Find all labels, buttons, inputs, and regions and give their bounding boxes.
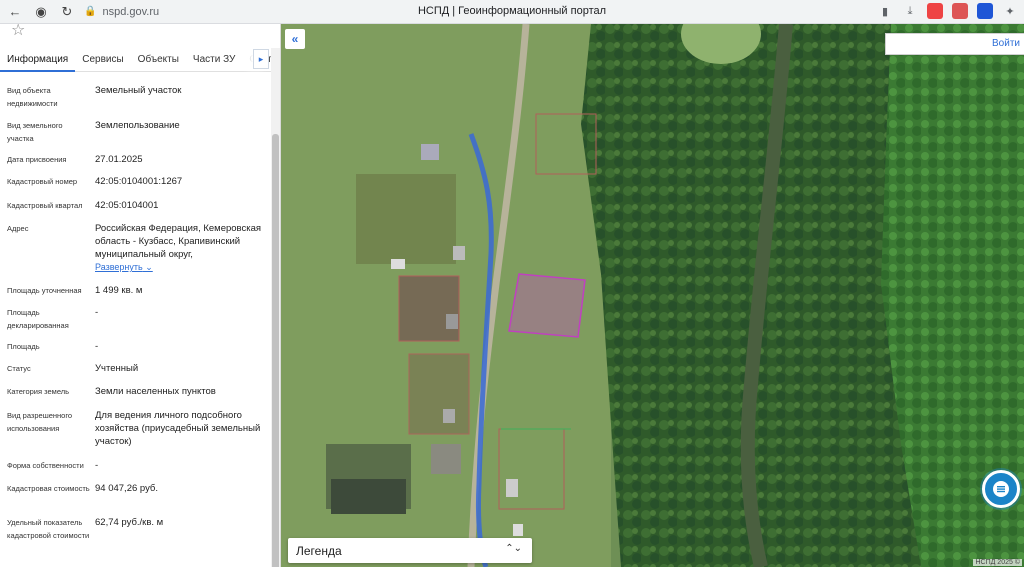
extensions-puzzle-icon[interactable]: ✦ [1002,3,1018,19]
attribute-label: Дата присвоения [7,155,67,164]
satellite-map[interactable] [281,24,1024,567]
tab-parts[interactable]: Части ЗУ [186,46,242,72]
tab-objects[interactable]: Объекты [131,46,186,72]
panel-scrollbar[interactable] [271,48,280,567]
address-bar[interactable]: nspd.gov.ru [102,6,159,18]
attribute-label: Площадь [7,342,40,351]
legend-select[interactable]: Легенда ⌃⌄ [288,538,532,563]
attribute-value: 1 499 кв. м [95,285,143,296]
attribute-value: 94 047,26 руб. [95,483,159,494]
attribute-value: 42:05:0104001:1267 [95,176,183,187]
attribute-value: 27.01.2025 [95,154,143,165]
tab-services[interactable]: Сервисы [75,46,130,72]
attribute-value: 62,74 руб./кв. м [95,517,164,528]
extension-icon[interactable] [927,3,943,19]
expand-link[interactable]: Развернуть ⌄ [95,262,153,273]
browser-actions: ▮ ⤓ ✦ [877,3,1018,19]
attribute-label: Форма собственности [7,461,84,470]
attribute-label: Категория земель [7,387,70,396]
attribute-label: Вид объекта недвижимости [7,86,58,108]
browser-toolbar: ← ◉ ↻ 🔒 nspd.gov.ru НСПД | Геоинформацио… [0,0,1024,24]
attribute-label: Кадастровый номер [7,177,78,186]
attribute-value: Для ведения личного подсобного хозяйства… [95,410,261,447]
lock-icon[interactable]: 🔒 [84,6,96,17]
attribute-value: Учтенный [95,363,139,374]
download-icon[interactable]: ⤓ [902,3,918,19]
map-attribution: НСПД 2025 © [973,559,1022,566]
reload-icon[interactable]: ↻ [56,1,78,23]
legend-label: Легенда [296,544,342,558]
refresh-shield-icon[interactable]: ◉ [30,1,52,23]
attribute-label: Вид разрешенного использования [7,411,73,433]
attribute-value: Земли населенных пунктов [95,386,216,397]
attribute-label: Площадь уточненная [7,286,82,295]
extension-icon[interactable] [952,3,968,19]
attribute-label: Кадастровый квартал [7,201,83,210]
panel-tabs: Информация Сервисы Объекты Части ЗУ Сост… [0,46,277,72]
tabs-next-button[interactable]: ▸ [253,49,269,69]
attribute-label: Статус [7,364,31,373]
chevron-updown-icon: ⌃⌄ [505,543,522,554]
attribute-label: Удельный показатель кадастровой стоимост… [7,518,90,540]
attribute-label: Вид земельного участка [7,121,63,143]
extension-icon[interactable] [977,3,993,19]
attribute-value: Землепользование [95,120,180,131]
attribute-value: Земельный участок [95,85,182,96]
attribute-value: 42:05:0104001 [95,200,159,211]
object-info-panel: ☆ Информация Сервисы Объекты Части ЗУ Со… [0,24,281,567]
attribute-label: Площадь декларированная [7,308,69,330]
favorite-star-icon[interactable]: ☆ [11,24,25,40]
attribute-label: Кадастровая стоимость [7,484,90,493]
collapse-panel-button[interactable]: « [285,29,305,49]
attribute-value: - [95,460,99,471]
attribute-value: - [95,307,99,318]
login-button[interactable]: Войти [885,33,1024,55]
back-icon[interactable]: ← [4,1,26,23]
attribute-label: Адрес [7,224,29,233]
tab-information[interactable]: Информация [0,46,76,72]
attribute-value: - [95,341,99,352]
chat-icon [993,481,1009,497]
bookmark-icon[interactable]: ▮ [877,3,893,19]
chat-button[interactable] [982,470,1020,508]
login-label: Войти [992,38,1020,49]
map-imagery [281,24,1024,567]
scrollbar-thumb[interactable] [272,134,279,567]
address-value: Российская Федерация, Кемеровская област… [95,223,262,260]
